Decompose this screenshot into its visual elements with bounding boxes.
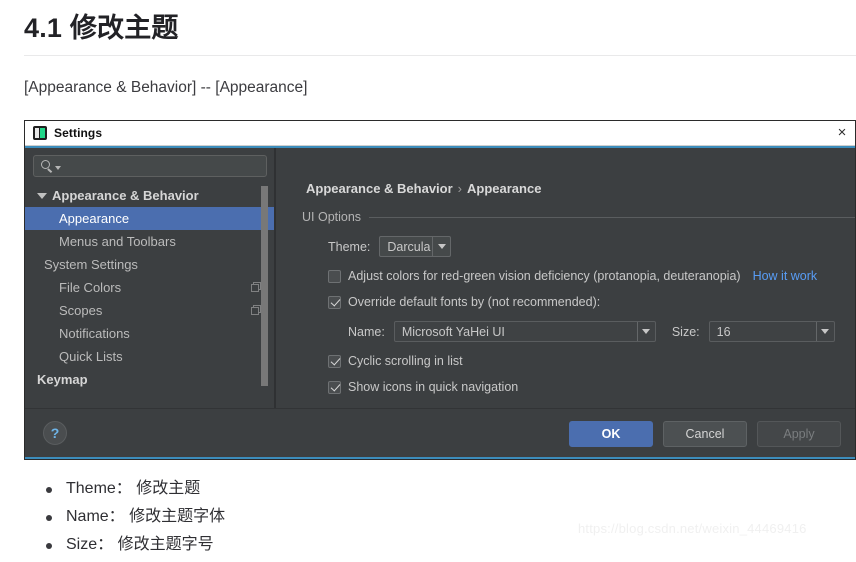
sidebar-item-label: Menus and Toolbars [59,234,176,249]
show-icons-checkbox[interactable] [328,380,341,394]
copy-settings-icon[interactable] [251,282,261,292]
page-title: 4.1 修改主题 [24,13,179,43]
theme-row: Theme: Darcula [328,236,855,257]
override-fonts-row: Override default fonts by (not recommend… [328,295,855,309]
cyclic-scrolling-row: Cyclic scrolling in list [328,354,855,368]
bullet-list: Theme： 修改主题 Name： 修改主题字体 Size： 修改主题字号 [46,478,546,562]
dialog-buttons: OK Cancel Apply [569,421,841,447]
sidebar-item-notifications[interactable]: Notifications [25,322,275,345]
sidebar-item-label: Appearance & Behavior [52,188,199,203]
list-item: Name： 修改主题字体 [46,506,546,528]
title-divider [24,55,856,56]
chevron-down-icon[interactable] [636,322,655,341]
apply-button: Apply [757,421,841,447]
font-size-select[interactable]: 16 [708,321,835,342]
colorblind-row: Adjust colors for red-green vision defic… [328,269,855,283]
bullet-icon [46,543,52,549]
window-titlebar: Settings × [25,121,855,146]
bullet-icon [46,487,52,493]
sidebar-item-scopes[interactable]: Scopes [25,299,275,322]
sidebar-item-file-colors[interactable]: File Colors [25,276,275,299]
sidebar-item-label: Quick Lists [59,349,123,364]
window-body: Appearance & Behavior Appearance Menus and… [25,148,855,459]
colorblind-label: Adjust colors for red-green vision defic… [348,269,741,283]
theme-select[interactable]: Darcula [379,236,452,257]
page-root: 4.1 修改主题 [Appearance & Behavior] -- [App… [0,0,856,553]
sidebar-item-label: Keymap [37,372,88,387]
watermark: https://blog.csdn.net/weixin_44469416 [578,521,807,536]
breadcrumb-leaf: Appearance [467,181,542,196]
font-name-label: Name: [348,324,385,339]
cancel-button[interactable]: Cancel [663,421,747,447]
sidebar-scrollbar-thumb[interactable] [261,186,268,386]
font-size-label: Size: [671,324,700,339]
search-icon [41,160,53,172]
settings-tree[interactable]: Appearance & Behavior Appearance Menus and… [25,184,287,459]
font-name-select[interactable]: Microsoft YaHei UI [393,321,656,342]
sidebar-item-appearance-behavior[interactable]: Appearance & Behavior [25,184,275,207]
chevron-down-icon[interactable] [815,322,834,341]
override-fonts-label: Override default fonts by (not recommend… [348,295,601,309]
chevron-down-icon[interactable] [37,190,48,201]
dialog-footer: ? OK Cancel Apply [25,408,855,459]
cyclic-scrolling-label: Cyclic scrolling in list [348,354,463,368]
colorblind-checkbox[interactable] [328,269,341,283]
theme-value: Darcula [387,239,431,254]
sidebar-item-label: Appearance [59,211,130,226]
group-header: UI Options [302,210,855,224]
show-icons-row: Show icons in quick navigation [328,380,855,394]
sidebar-item-keymap[interactable]: Keymap [25,368,275,391]
page-subtitle: [Appearance & Behavior] -- [Appearance] [24,79,308,96]
sidebar-item-menus-and-toolbars[interactable]: Menus and Toolbars [25,230,275,253]
font-row: Name: Microsoft YaHei UI Size: 16 [348,321,855,342]
font-name-value: Microsoft YaHei UI [401,324,505,339]
list-item-label: Size： 修改主题字号 [66,536,214,553]
sidebar-item-label: Notifications [59,326,130,341]
sidebar-item-system-settings[interactable]: System Settings [25,253,287,459]
copy-settings-icon[interactable] [251,305,261,315]
pycharm-icon [33,126,47,140]
sidebar-item-quick-lists[interactable]: Quick Lists [25,345,275,368]
list-item-label: Theme： 修改主题 [66,480,201,497]
footer-accent [25,457,855,459]
font-size-value: 16 [716,324,731,339]
bullet-icon [46,515,52,521]
cyclic-scrolling-checkbox[interactable] [328,354,341,368]
list-item: Size： 修改主题字号 [46,534,546,556]
ui-options-group: UI Options Theme: Darcula Adjust colors … [302,210,855,394]
breadcrumb-root[interactable]: Appearance & Behavior [306,181,453,196]
chevron-down-icon[interactable] [432,237,450,256]
sidebar-item-label: File Colors [59,280,122,295]
group-rule [369,216,855,218]
search-box[interactable] [33,155,267,177]
help-icon[interactable]: ? [43,421,67,445]
sidebar-item-label: System Settings [44,257,138,272]
group-title: UI Options [302,210,362,224]
close-icon[interactable]: × [832,123,852,143]
theme-label: Theme: [328,239,371,254]
breadcrumb: Appearance & Behavior › Appearance [306,181,541,196]
sidebar-item-label: Scopes [59,303,103,318]
list-item-label: Name： 修改主题字体 [66,508,226,525]
show-icons-label: Show icons in quick navigation [348,380,519,394]
breadcrumb-separator-icon: › [457,181,463,196]
window-title: Settings [54,126,103,140]
settings-window: Settings × Appearance & Behavior Appearan… [24,120,856,460]
settings-sidebar: Appearance & Behavior Appearance Menus and… [25,148,287,459]
ok-button[interactable]: OK [569,421,653,447]
override-fonts-checkbox[interactable] [328,295,341,309]
search-input[interactable] [61,158,266,174]
how-it-works-link[interactable]: How it work [753,269,818,283]
list-item: Theme： 修改主题 [46,478,546,500]
sidebar-item-appearance[interactable]: Appearance [25,207,275,230]
settings-main-pane: Appearance & Behavior › Appearance UI Opti… [276,148,855,435]
